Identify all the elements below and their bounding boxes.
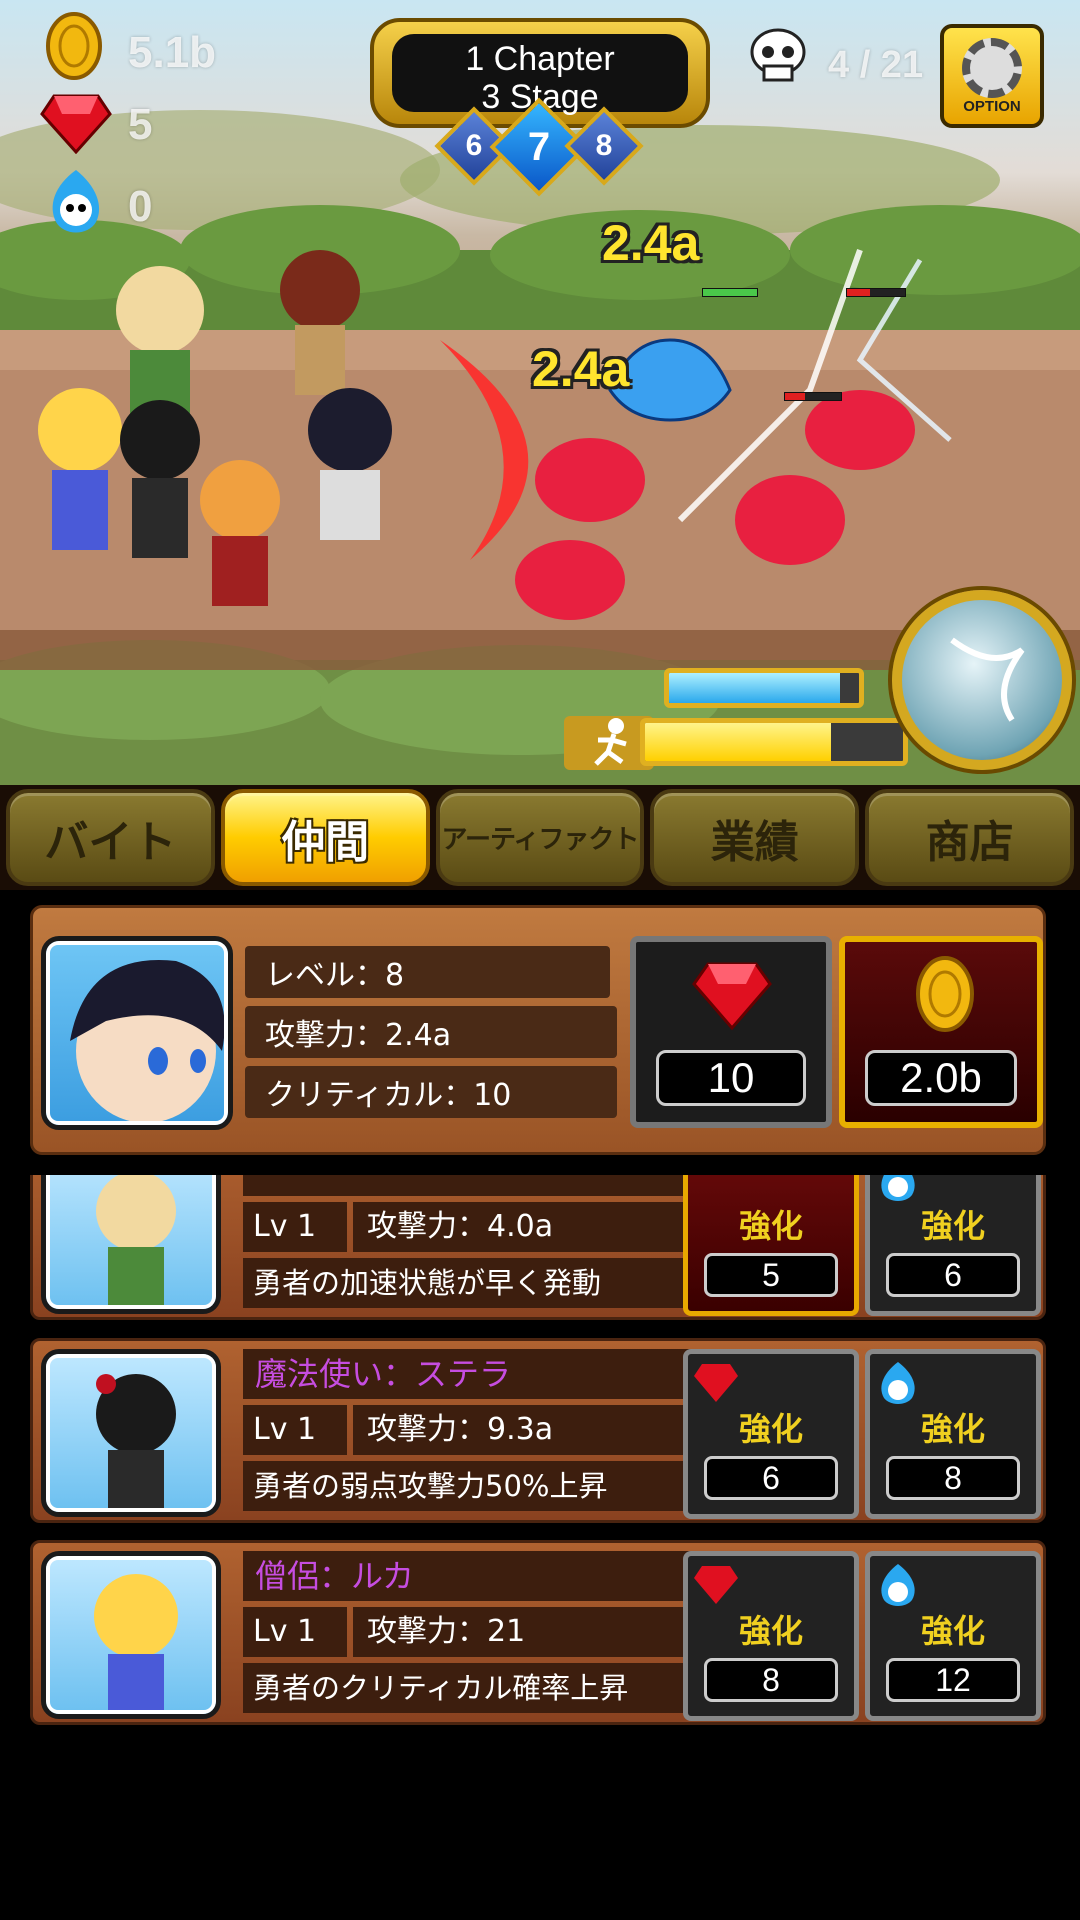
companion-list[interactable]: Lv 1 攻撃力：4.0a 勇者の加速状態が早く発動 強化 5 強化 6 魔法使… [0,1175,1080,1735]
companion-portrait [41,1349,221,1517]
chapter-text: 1 Chapter [465,40,615,78]
soul-cost: 12 [886,1658,1020,1702]
gold-amount: 5.1b [128,28,217,77]
soul-amount: 0 [128,182,153,231]
enemy-hp-bar [702,288,758,297]
companion-attack: 攻撃力：9.3a [353,1405,693,1455]
lightning-bolt-icon [950,637,1025,722]
blue-soul-icon [881,1564,915,1606]
soul-cost: 6 [886,1253,1020,1297]
mage-sprite [120,400,200,558]
gem-cost: 8 [704,1658,838,1702]
skill-orb-button[interactable] [892,590,1072,770]
battle-scene[interactable]: 5.1b 5 0 1 Chapter 3 Stage 6 7 8 4 / 21 … [0,0,1080,785]
companion-gem-upgrade-button[interactable]: 強化 5 [683,1175,859,1316]
companion-level: Lv 1 [243,1607,347,1657]
gold-coin-icon [916,956,974,1032]
gem-amount: 5 [128,100,153,149]
soul-cost: 8 [886,1456,1020,1500]
companion-gem-upgrade-button[interactable]: 強化 8 [683,1551,859,1721]
mage-avatar [96,1374,176,1510]
companion-soul-upgrade-button[interactable]: 強化 12 [865,1551,1041,1721]
tab-shop[interactable]: 商店 [865,789,1074,886]
red-slime-sprite [535,438,645,522]
companion-row-archer: Lv 1 攻撃力：4.0a 勇者の加速状態が早く発動 強化 5 強化 6 [30,1175,1046,1320]
lightning-effect [677,248,952,523]
hero-sprite [308,388,392,540]
hero-gem-upgrade-button[interactable]: 10 [630,936,832,1128]
companion-portrait [41,1175,221,1314]
companion-level: Lv 1 [243,1405,347,1455]
hero-gold-upgrade-button[interactable]: 2.0b [839,936,1043,1128]
companion-description: 勇者のクリティカル確率上昇 [243,1663,705,1713]
companion-row-stella: 魔法使い：ステラ Lv 1 攻撃力：9.3a 勇者の弱点攻撃力50%上昇 強化 … [30,1338,1046,1523]
ruby-gem-icon [692,962,772,1031]
ruby-gem-icon [694,1566,738,1604]
hero-level: レベル：8 [245,946,610,998]
companion-soul-upgrade-button[interactable]: 強化 8 [865,1349,1041,1519]
companion-name: 魔法使い：ステラ [243,1349,693,1399]
ruby-gem-icon [40,94,112,154]
upgrade-label: 強化 [738,1612,803,1650]
blue-soul-icon [52,170,100,233]
red-slime-sprite [515,540,625,620]
damage-number: 2.4a [532,341,630,397]
upgrade-label: 強化 [920,1612,985,1650]
priest-sprite [38,388,122,550]
companion-description: 勇者の加速状態が早く発動 [243,1258,705,1308]
ruby-gem-icon [694,1364,738,1402]
tab-achievements[interactable]: 業績 [650,789,860,886]
companion-soul-upgrade-button[interactable]: 強化 6 [865,1175,1041,1316]
run-gauge [640,718,908,766]
chapter-stage-badge: 1 Chapter 3 Stage 6 7 8 [340,8,738,197]
companion-name [243,1175,693,1196]
companion-description: 勇者の弱点攻撃力50%上昇 [243,1461,705,1511]
enemy-hp-bar [784,392,842,401]
gem-cost: 6 [704,1456,838,1500]
option-label: OPTION [963,97,1021,115]
hero-attack: 攻撃力：2.4a [245,1006,617,1058]
kill-counter: 4 / 21 [828,44,924,86]
knight-sprite [200,460,280,606]
upgrade-label: 強化 [920,1410,985,1448]
blue-soul-icon [881,1175,915,1201]
skull-icon [750,28,806,82]
damage-number: 2.4a [602,215,700,271]
upgrade-label: 強化 [738,1207,803,1245]
warrior-sprite [280,250,360,395]
upgrade-label: 強化 [738,1410,803,1448]
skill-gauge [664,668,864,708]
companion-row-luka: 僧侶：ルカ Lv 1 攻撃力：21 勇者のクリティカル確率上昇 強化 8 強化 … [30,1540,1046,1725]
companion-gem-upgrade-button[interactable]: 強化 6 [683,1349,859,1519]
upgrade-label: 強化 [920,1207,985,1245]
hero-gold-cost: 2.0b [865,1050,1017,1106]
option-button[interactable]: OPTION [940,24,1044,128]
hero-portrait [41,936,233,1130]
hero-avatar [70,960,225,1123]
companion-level: Lv 1 [243,1202,347,1252]
hero-critical: クリティカル：10 [245,1066,617,1118]
tab-part-time[interactable]: バイト [6,789,215,886]
priest-avatar [94,1574,178,1714]
gem-cost: 5 [704,1253,838,1297]
stage-current-number: 7 [527,124,551,169]
hero-upgrade-panel: レベル：8 攻撃力：2.4a クリティカル：10 10 2.0b [30,905,1046,1155]
tab-artifacts[interactable]: アーティファクト [435,789,645,886]
hero-gem-cost: 10 [656,1050,806,1106]
companion-portrait [41,1551,221,1719]
companion-attack: 攻撃力：21 [353,1607,693,1657]
stage-next-number: 8 [595,129,613,162]
archer-avatar [96,1175,176,1307]
main-tab-bar: バイト 仲間 アーティファクト 業績 商店 [0,785,1080,890]
gear-icon [962,37,1022,98]
companion-name: 僧侶：ルカ [243,1551,693,1601]
blue-soul-icon [881,1362,915,1404]
tab-companions[interactable]: 仲間 [220,789,430,886]
companion-attack: 攻撃力：4.0a [353,1202,693,1252]
gold-coin-icon [46,12,102,80]
enemy-hp-bar [846,288,906,297]
